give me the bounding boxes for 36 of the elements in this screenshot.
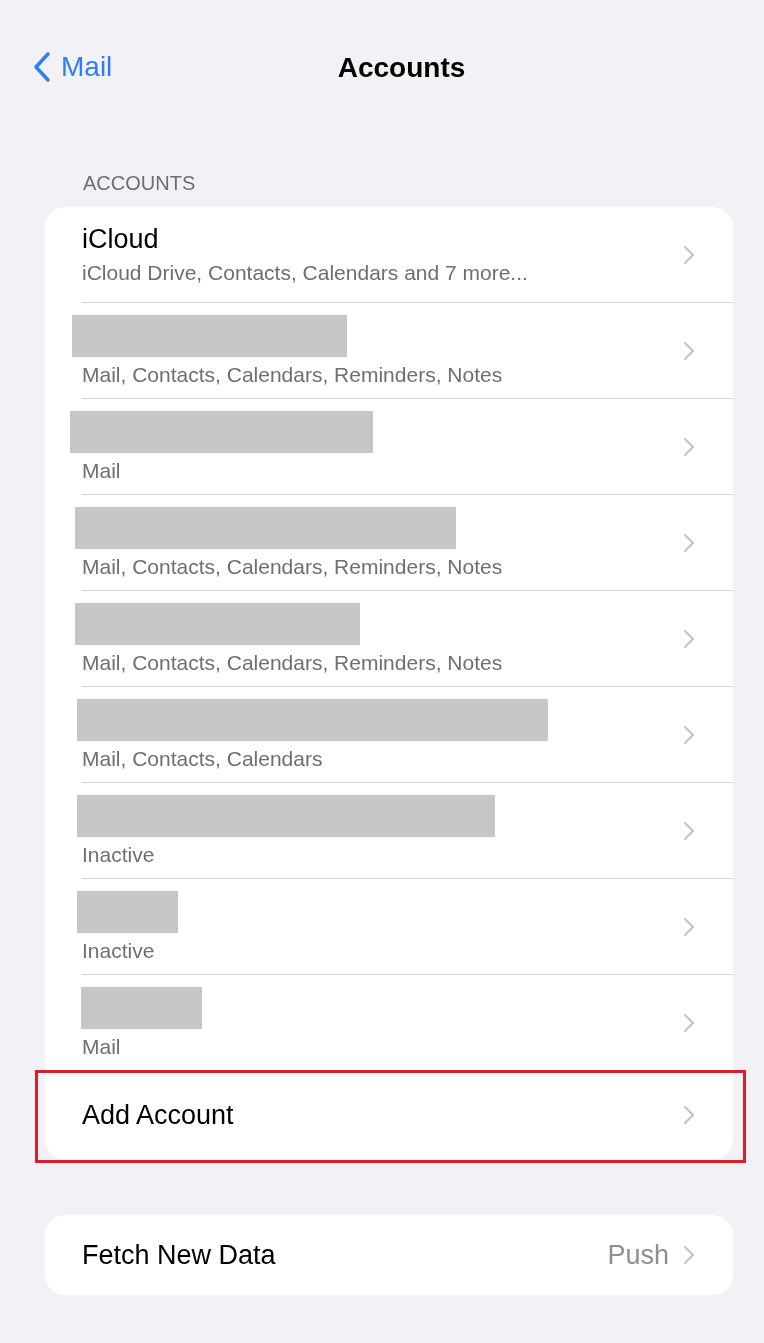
account-row[interactable]: Inactive <box>82 879 733 975</box>
section-header: ACCOUNTS <box>82 171 197 196</box>
account-services: Mail, Contacts, Calendars, Reminders, Notes <box>82 362 504 387</box>
chevron-icon <box>683 724 695 745</box>
account-row[interactable]: Mail <box>82 975 733 1071</box>
account-services: Inactive <box>82 938 156 963</box>
add-account-row[interactable]: Add Account <box>82 1071 733 1159</box>
chevron-icon <box>683 628 695 649</box>
page-title: Accounts <box>337 52 466 84</box>
account-row[interactable]: Mail <box>82 399 733 495</box>
account-row[interactable]: Mail, Contacts, Calendars, Reminders, Notes <box>82 591 733 687</box>
account-services: Mail, Contacts, Calendars, Reminders, Notes <box>82 650 504 675</box>
account-row[interactable]: Mail, Contacts, Calendars, Reminders, Notes <box>82 495 733 591</box>
account-row[interactable]: iCloud iCloud Drive, Contacts, Calendars and 7 more... <box>82 207 733 303</box>
back-button[interactable]: Mail <box>33 51 113 83</box>
account-row[interactable]: Mail, Contacts, Calendars <box>82 687 733 783</box>
chevron-icon <box>683 340 695 361</box>
account-services: Mail, Contacts, Calendars <box>82 746 324 771</box>
chevron-icon <box>683 820 695 841</box>
chevron-icon <box>683 532 695 553</box>
account-services: iCloud Drive, Contacts, Calendars and 7 more... <box>82 261 529 285</box>
fetch-value: Push <box>607 1239 669 1271</box>
chevron-icon <box>683 916 695 937</box>
chevron-icon <box>683 436 695 457</box>
account-services: Mail, Contacts, Calendars, Reminders, Notes <box>82 554 504 579</box>
account-services: Inactive <box>82 842 156 867</box>
account-row[interactable]: Mail, Contacts, Calendars, Reminders, Notes <box>82 303 733 399</box>
chevron-icon <box>683 244 695 265</box>
account-services: Mail <box>82 458 122 483</box>
chevron-icon <box>683 1012 695 1033</box>
account-row[interactable]: Inactive <box>82 783 733 879</box>
chevron-icon <box>683 1245 695 1265</box>
chevron-icon <box>683 1105 695 1125</box>
account-services: Mail <box>82 1034 122 1059</box>
account-name: iCloud <box>82 224 160 255</box>
back-chevron-icon <box>33 51 51 83</box>
